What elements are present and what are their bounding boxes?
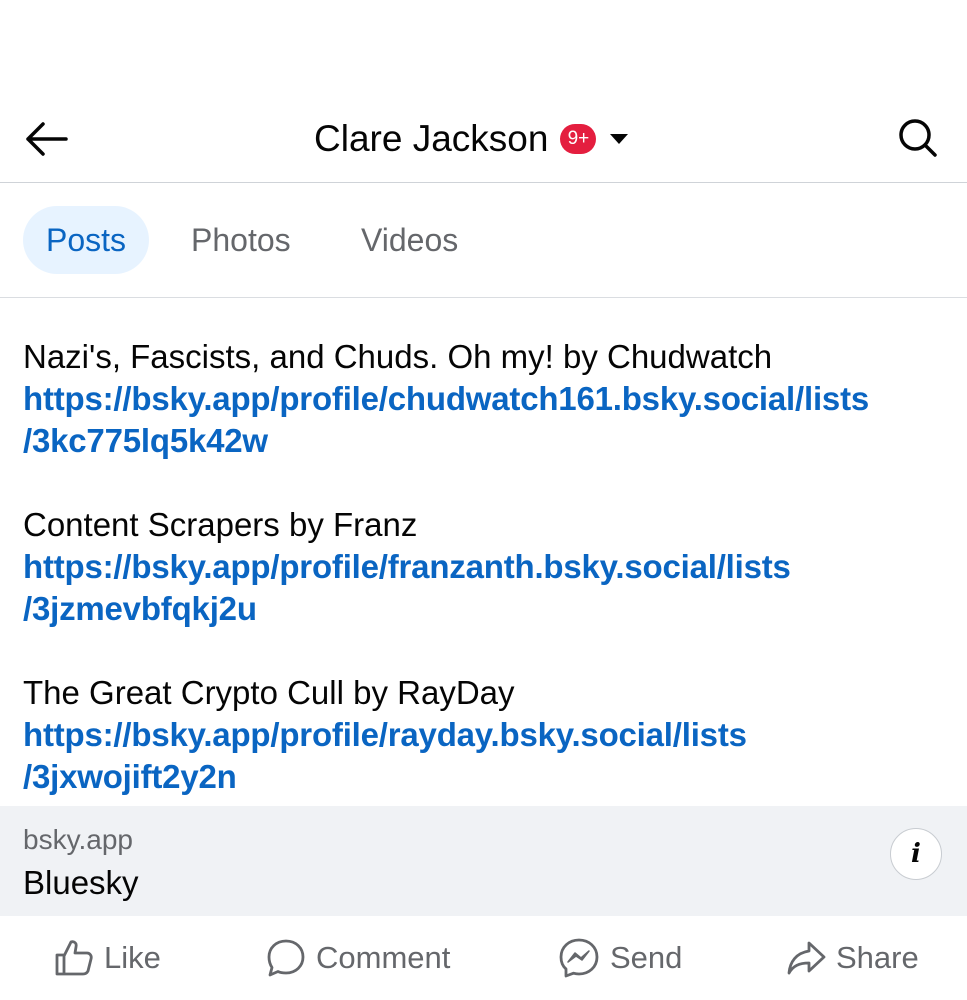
entry-link-line[interactable]: https://bsky.app/profile/franzanth.bsky.… <box>23 546 953 588</box>
thumbs-up-icon <box>55 940 93 976</box>
top-bar: Clare Jackson 9+ <box>0 96 967 183</box>
send-button[interactable]: Send <box>558 934 682 982</box>
entry-link-line[interactable]: /3jxwojift2y2n <box>23 756 953 798</box>
comment-label: Comment <box>316 940 451 975</box>
entry-title: Content Scrapers by Franz <box>23 506 418 543</box>
like-button[interactable]: Like <box>54 934 161 982</box>
post-body: Nazi's, Fascists, and Chuds. Oh my! by C… <box>23 336 953 840</box>
share-button[interactable]: Share <box>786 934 919 982</box>
link-preview[interactable]: bsky.app Bluesky i <box>0 806 967 916</box>
share-icon <box>787 941 826 975</box>
caret-down-icon <box>610 134 629 144</box>
entry-link[interactable]: https://bsky.app/profile/chudwatch161.bs… <box>23 378 953 462</box>
entry-link-line[interactable]: https://bsky.app/profile/rayday.bsky.soc… <box>23 714 953 756</box>
list-item: The Great Crypto Cull by RayDay https://… <box>23 672 953 798</box>
arrow-left-icon <box>26 122 68 156</box>
search-icon <box>899 119 937 157</box>
action-bar: Like Comment Send Share <box>0 916 967 1000</box>
tab-bar: Posts Photos Videos <box>0 183 967 298</box>
comment-icon <box>267 939 305 977</box>
list-item: Nazi's, Fascists, and Chuds. Oh my! by C… <box>23 336 953 462</box>
tab-videos[interactable]: Videos <box>361 206 458 274</box>
profile-switcher[interactable]: Clare Jackson 9+ <box>314 118 629 160</box>
entry-link[interactable]: https://bsky.app/profile/franzanth.bsky.… <box>23 546 953 630</box>
entry-link-line[interactable]: /3jzmevbfqkj2u <box>23 588 953 630</box>
entry-link[interactable]: https://bsky.app/profile/rayday.bsky.soc… <box>23 714 953 798</box>
search-button[interactable] <box>894 114 942 162</box>
preview-domain: bsky.app <box>23 824 133 855</box>
notification-badge: 9+ <box>560 124 597 154</box>
send-label: Send <box>610 940 683 975</box>
entry-title: The Great Crypto Cull by RayDay <box>23 674 515 711</box>
list-item: Content Scrapers by Franz https://bsky.a… <box>23 504 953 630</box>
share-label: Share <box>836 940 919 975</box>
preview-title: Bluesky <box>23 864 139 901</box>
tab-photos[interactable]: Photos <box>191 206 291 274</box>
tab-posts[interactable]: Posts <box>23 206 150 274</box>
entry-link-line[interactable]: https://bsky.app/profile/chudwatch161.bs… <box>23 378 953 420</box>
page-title: Clare Jackson <box>314 118 549 159</box>
back-button[interactable] <box>22 118 70 160</box>
info-icon: i <box>911 839 921 869</box>
entry-title: Nazi's, Fascists, and Chuds. Oh my! by C… <box>23 338 773 375</box>
info-button[interactable]: i <box>890 828 942 880</box>
comment-button[interactable]: Comment <box>266 934 450 982</box>
messenger-icon <box>559 938 599 978</box>
entry-link-line[interactable]: /3kc775lq5k42w <box>23 420 953 462</box>
like-label: Like <box>104 940 161 975</box>
